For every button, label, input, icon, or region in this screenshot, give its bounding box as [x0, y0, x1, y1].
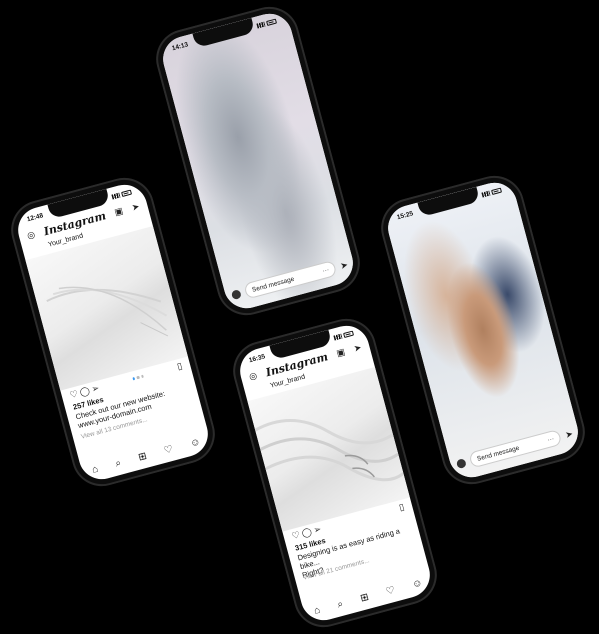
screen-right: 15:25 Send message ··· ➤	[383, 177, 583, 483]
bookmark-icon[interactable]: ▯	[176, 360, 183, 371]
comment-icon[interactable]: ◯	[79, 385, 91, 397]
more-icon[interactable]: ···	[547, 435, 555, 443]
search-icon[interactable]: ⌕	[114, 458, 122, 470]
igtv-icon[interactable]: ▣	[335, 346, 346, 358]
phone-top: 14:13 Send message ··· ➤	[149, 0, 367, 322]
battery-icon	[265, 18, 277, 26]
more-icon[interactable]: ···	[322, 266, 330, 274]
activity-icon[interactable]: ♡	[163, 444, 175, 457]
profile-icon[interactable]: ☺	[411, 577, 424, 590]
phone-bottom: 16:35 ◎ Instagram ▣ ➤ Your_brand ♡ ◯ ➢ ▯…	[226, 312, 444, 634]
screen-top: 14:13 Send message ··· ➤	[158, 8, 358, 314]
home-icon[interactable]: ⌂	[313, 605, 322, 617]
signal-icon	[333, 333, 343, 341]
battery-icon	[490, 187, 502, 195]
status-time: 12:48	[26, 211, 44, 223]
screen-left: 12:48 ◎ Instagram ▣ ➤ Your_brand ♡ ◯ ➢ ▯…	[13, 179, 213, 485]
camera-icon[interactable]: ◎	[248, 370, 258, 382]
signal-icon	[481, 190, 491, 198]
home-icon[interactable]: ⌂	[91, 464, 100, 476]
carousel-dots	[132, 374, 145, 381]
signal-icon	[256, 21, 266, 29]
camera-icon[interactable]	[230, 288, 242, 300]
bottom-nav: ⌂ ⌕ ⊞ ♡ ☺	[313, 577, 424, 617]
battery-icon	[342, 330, 354, 338]
bottom-nav: ⌂ ⌕ ⊞ ♡ ☺	[91, 436, 202, 476]
status-time: 15:25	[396, 209, 414, 221]
activity-icon[interactable]: ♡	[385, 585, 397, 598]
profile-icon[interactable]: ☺	[189, 436, 202, 449]
igtv-icon[interactable]: ▣	[113, 205, 124, 217]
send-icon[interactable]: ➤	[353, 342, 363, 354]
signal-icon	[111, 192, 121, 200]
phone-right: 15:25 Send message ··· ➤	[374, 169, 592, 491]
send-icon[interactable]: ➤	[131, 201, 141, 213]
phone-left: 12:48 ◎ Instagram ▣ ➤ Your_brand ♡ ◯ ➢ ▯…	[4, 171, 222, 493]
bookmark-icon[interactable]: ▯	[398, 501, 405, 512]
camera-icon[interactable]	[455, 457, 467, 469]
heart-icon[interactable]: ♡	[69, 388, 79, 400]
add-post-icon[interactable]: ⊞	[359, 592, 370, 605]
comment-icon[interactable]: ◯	[301, 526, 313, 538]
status-time: 16:35	[248, 352, 266, 364]
heart-icon[interactable]: ♡	[291, 529, 301, 541]
battery-icon	[120, 189, 132, 197]
status-time: 14:13	[171, 40, 189, 52]
camera-icon[interactable]: ◎	[26, 229, 36, 241]
screen-bottom: 16:35 ◎ Instagram ▣ ➤ Your_brand ♡ ◯ ➢ ▯…	[235, 320, 435, 626]
add-post-icon[interactable]: ⊞	[137, 451, 148, 464]
share-icon[interactable]: ➢	[90, 383, 100, 395]
share-icon[interactable]: ➢	[312, 524, 322, 536]
search-icon[interactable]: ⌕	[336, 599, 344, 611]
